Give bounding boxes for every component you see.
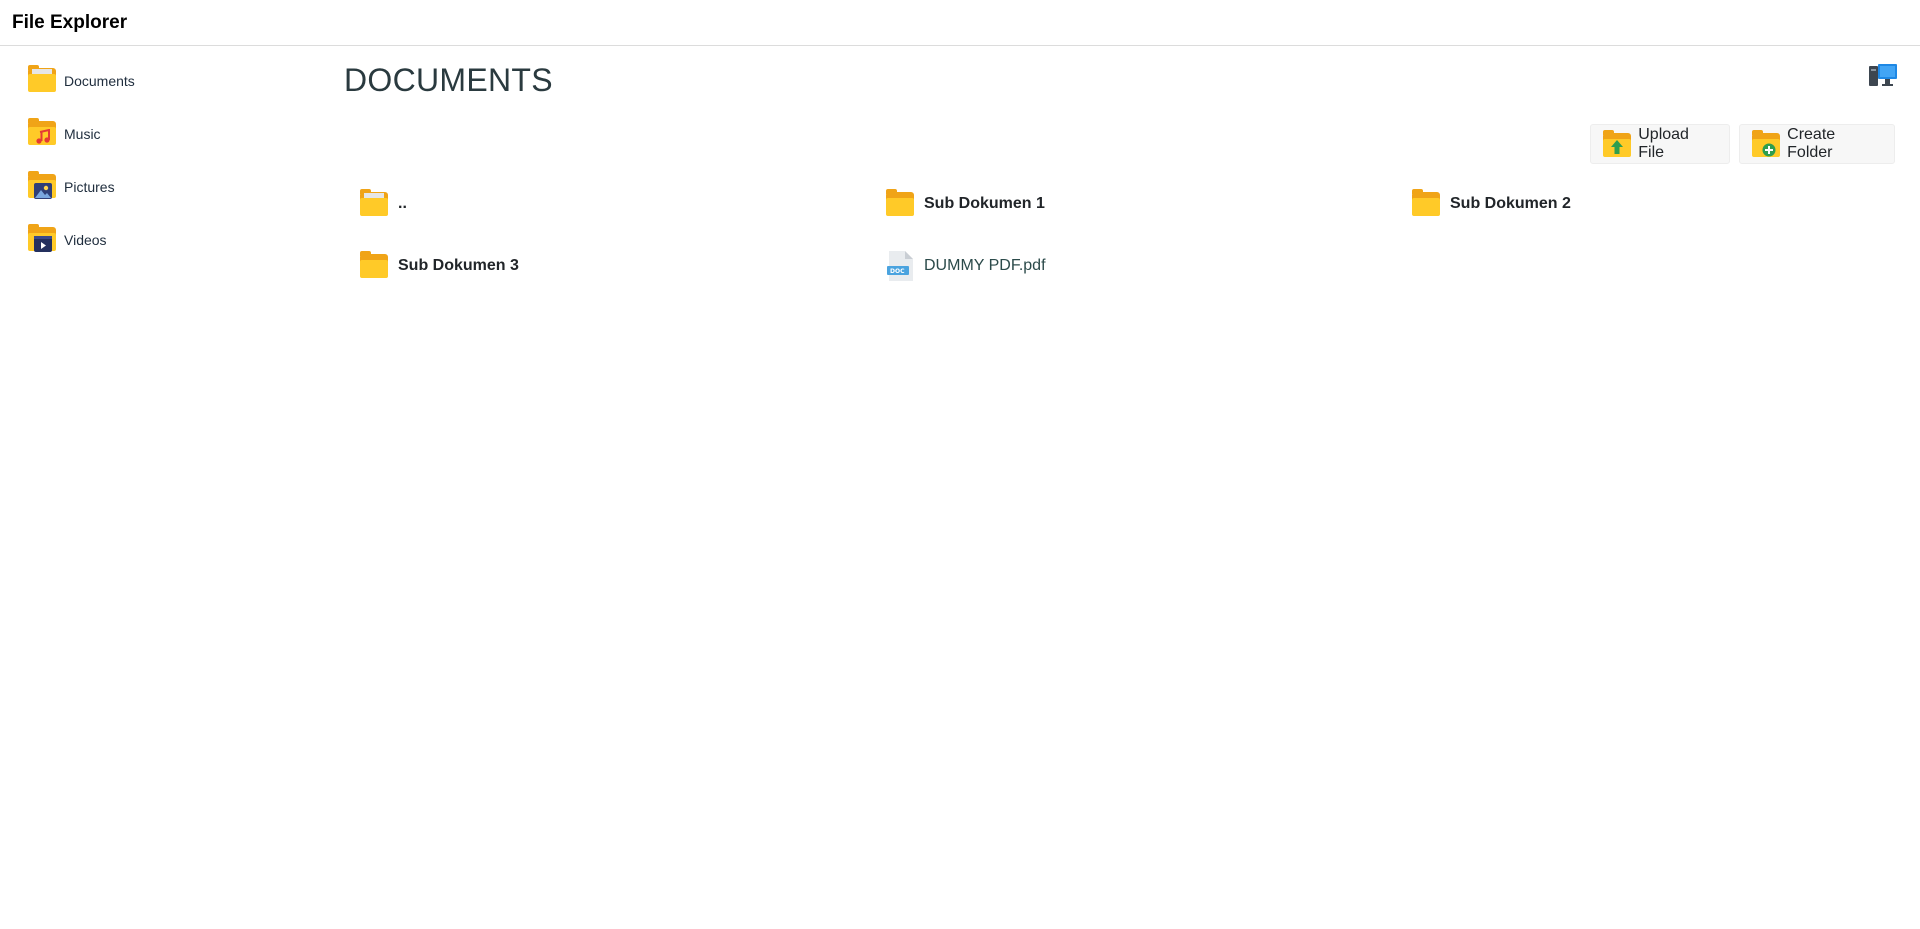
create-folder-icon [1752,130,1780,157]
page-title: DOCUMENTS [344,62,553,98]
videos-folder-icon [26,223,58,257]
entry-label: DUMMY PDF.pdf [924,257,1046,274]
create-folder-button[interactable]: Create Folder [1739,124,1895,164]
sidebar-item-music[interactable]: Music [26,117,101,151]
folder-icon [358,250,390,282]
file-entry-dummy-pdf[interactable]: DOC DUMMY PDF.pdf [884,248,1046,284]
title-bar: File Explorer [0,0,1920,46]
sidebar-item-label: Documents [64,73,135,89]
sidebar-item-pictures[interactable]: Pictures [26,170,115,204]
folder-entry-sub-dokumen-2[interactable]: Sub Dokumen 2 [1410,186,1571,222]
doc-badge: DOC [890,268,905,275]
sidebar-item-label: Music [64,126,101,142]
upload-file-label: Upload File [1638,126,1689,161]
computer-icon[interactable] [1869,64,1897,88]
sidebar-item-videos[interactable]: Videos [26,223,107,257]
folder-entry-sub-dokumen-1[interactable]: Sub Dokumen 1 [884,186,1045,222]
music-folder-icon [26,117,58,151]
create-folder-label: Create Folder [1787,126,1836,161]
upload-folder-icon [1603,130,1631,157]
entry-label: .. [398,195,407,212]
pictures-folder-icon [26,170,58,204]
entry-label: Sub Dokumen 2 [1450,195,1571,212]
sidebar-item-documents[interactable]: Documents [26,64,135,98]
app-title: File Explorer [12,12,128,33]
upload-file-button[interactable]: Upload File [1590,124,1730,164]
folder-entry-sub-dokumen-3[interactable]: Sub Dokumen 3 [358,248,519,284]
parent-folder-entry[interactable]: .. [358,186,407,222]
document-file-icon: DOC [884,250,916,282]
parent-folder-icon [358,188,390,220]
sidebar-item-label: Pictures [64,179,115,195]
entry-label: Sub Dokumen 3 [398,257,519,274]
folder-icon [1410,188,1442,220]
folder-icon [884,188,916,220]
entry-label: Sub Dokumen 1 [924,195,1045,212]
documents-folder-icon [26,64,58,98]
sidebar-item-label: Videos [64,232,107,248]
